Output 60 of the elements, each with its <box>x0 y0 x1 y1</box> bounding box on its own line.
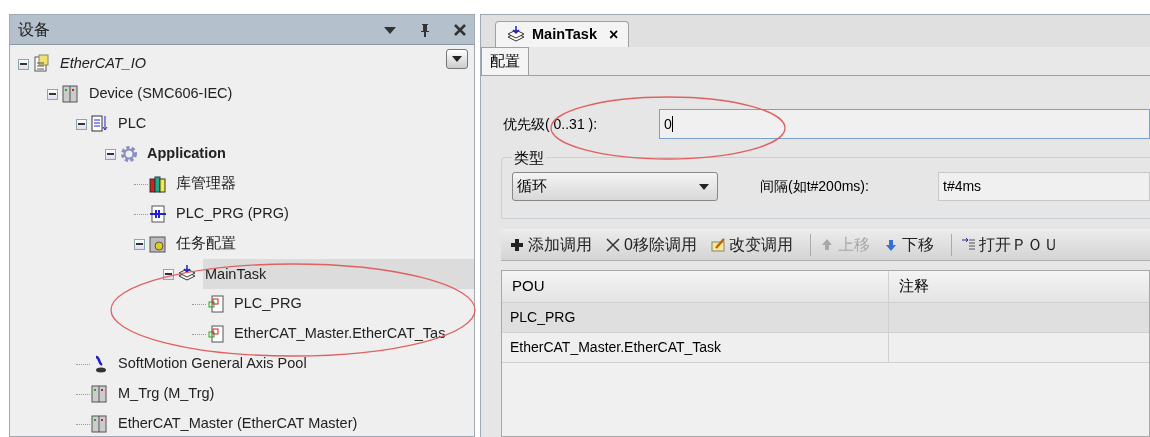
dropdown-icon[interactable] <box>384 25 396 34</box>
expander-icon[interactable] <box>76 118 87 130</box>
close-icon[interactable]: × <box>609 22 619 47</box>
document-icon <box>206 294 226 314</box>
document-icon <box>32 54 52 74</box>
column-header[interactable]: 注释 <box>889 271 1149 302</box>
tree-item[interactable]: Device (SMC606-IEC) <box>87 83 235 105</box>
device-icon <box>90 384 110 404</box>
caret-icon <box>452 56 462 62</box>
tree-item[interactable]: MainTask <box>203 259 474 289</box>
config-tab[interactable]: 配置 <box>481 47 529 75</box>
table-row[interactable]: PLC_PRG <box>502 303 1149 333</box>
caret-icon <box>699 183 709 190</box>
expander-icon[interactable] <box>134 238 145 250</box>
pencil-note-icon <box>710 236 725 253</box>
tree-item[interactable]: EtherCAT_Master (EtherCAT Master) <box>116 413 360 435</box>
toolbar-button[interactable]: 下移 <box>880 232 937 257</box>
table-cell-text: EtherCAT_Master.EtherCAT_Task <box>510 338 722 357</box>
close-icon <box>606 236 620 253</box>
toolbar-button[interactable]: 打开ＰＯＵ <box>957 232 1062 257</box>
document-icon <box>206 324 226 344</box>
interval-field[interactable]: t#4ms <box>938 172 1150 201</box>
expander-icon[interactable] <box>47 88 58 100</box>
table-row[interactable]: EtherCAT_Master.EtherCAT_Task <box>502 333 1149 363</box>
tree-item[interactable]: PLC <box>116 113 149 135</box>
gear-icon <box>119 144 139 164</box>
tree-item[interactable]: Application <box>145 143 228 165</box>
device-icon <box>61 84 81 104</box>
dropdown-button[interactable] <box>446 49 468 69</box>
device-icon <box>90 414 110 434</box>
column-header[interactable]: POU <box>502 271 889 302</box>
expander-icon[interactable] <box>105 148 116 160</box>
toolbar-button[interactable]: 改变调用 <box>707 232 796 257</box>
tree-item[interactable]: M_Trg (M_Trg) <box>116 383 217 405</box>
task-config-icon <box>148 234 168 254</box>
table-cell-text: PLC_PRG <box>510 308 576 327</box>
expander-icon[interactable] <box>163 268 174 280</box>
tree-item[interactable]: SoftMotion General Axis Pool <box>116 353 309 375</box>
close-icon[interactable] <box>454 23 466 36</box>
open-list-icon <box>960 236 975 253</box>
tree-item[interactable]: PLC_PRG <box>232 293 304 315</box>
tree-item[interactable]: 库管理器 <box>174 173 238 195</box>
document-icon <box>90 114 110 134</box>
tree-item[interactable]: EtherCAT_IO <box>58 53 148 75</box>
priority-field[interactable]: 0 <box>659 109 1150 139</box>
books-icon <box>148 174 168 194</box>
toolbar-button[interactable]: 添加调用 <box>507 232 595 257</box>
toolbar-button[interactable]: 0移除调用 <box>603 232 700 257</box>
priority-label: 优先级( 0..31 ): <box>503 114 599 134</box>
type-dropdown[interactable]: 循环 <box>512 172 718 201</box>
panel-title: 设备 <box>18 19 50 40</box>
plus-icon <box>510 236 524 253</box>
tree-item[interactable]: EtherCAT_Master.EtherCAT_Tas <box>232 323 448 345</box>
tree-item[interactable]: 任务配置 <box>174 233 238 255</box>
program-icon <box>148 204 168 224</box>
editor-tab[interactable]: MainTask × <box>495 21 630 47</box>
interval-label: 间隔(如t#200ms): <box>760 177 870 196</box>
pin-icon[interactable] <box>420 22 430 37</box>
expander-icon[interactable] <box>18 58 29 70</box>
tree-item[interactable]: PLC_PRG (PRG) <box>174 203 291 225</box>
